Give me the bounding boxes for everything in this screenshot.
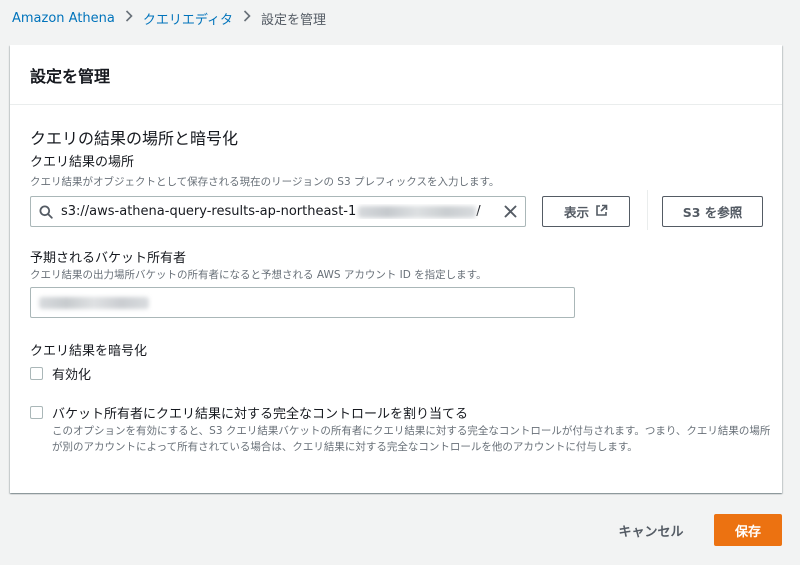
- query-location-value: s3://aws-athena-query-results-ap-northea…: [61, 204, 481, 219]
- encryption-checkbox-label: 有効化: [52, 368, 92, 383]
- redacted-text: [358, 205, 477, 218]
- query-location-input[interactable]: s3://aws-athena-query-results-ap-northea…: [30, 196, 526, 227]
- full-control-checkbox-row[interactable]: バケット所有者にクエリ結果に対する完全なコントロールを割り当てる: [30, 403, 468, 422]
- section-title: クエリの結果の場所と暗号化: [30, 129, 239, 148]
- encryption-checkbox[interactable]: [30, 367, 43, 380]
- panel-header: 設定を管理: [10, 45, 782, 105]
- browse-s3-button-label: S3 を参照: [682, 205, 743, 220]
- chevron-right-icon: [243, 10, 251, 26]
- settings-panel: 設定を管理 クエリの結果の場所と暗号化 クエリ結果の場所 クエリ結果がオブジェク…: [10, 45, 782, 493]
- save-button[interactable]: 保存: [714, 514, 782, 546]
- full-control-description: このオプションを有効にすると、S3 クエリ結果バケットの所有者にクエリ結果に対す…: [52, 425, 771, 453]
- cancel-button[interactable]: キャンセル: [606, 514, 696, 546]
- close-icon[interactable]: [495, 205, 525, 218]
- view-button[interactable]: 表示: [542, 196, 630, 227]
- full-control-checkbox-label: バケット所有者にクエリ結果に対する完全なコントロールを割り当てる: [52, 407, 469, 422]
- panel-title: 設定を管理: [30, 66, 111, 86]
- bucket-owner-input[interactable]: [30, 287, 575, 318]
- redacted-text: [39, 296, 149, 309]
- encryption-label: クエリ結果を暗号化: [30, 344, 148, 359]
- bucket-owner-label: 予期されるバケット所有者: [30, 251, 187, 266]
- query-location-label: クエリ結果の場所: [30, 155, 135, 170]
- browse-s3-button[interactable]: S3 を参照: [662, 196, 763, 227]
- bucket-owner-description: クエリ結果の出力場所バケットの所有者になると予想される AWS アカウント ID…: [30, 269, 487, 281]
- full-control-checkbox[interactable]: [30, 406, 43, 419]
- button-divider: [647, 190, 648, 230]
- query-location-description: クエリ結果がオブジェクトとして保存される現在のリージョンの S3 プレフィックス…: [30, 176, 500, 188]
- external-link-icon: [595, 204, 608, 220]
- search-icon: [31, 205, 61, 219]
- view-button-label: 表示: [563, 205, 589, 220]
- chevron-right-icon: [125, 10, 133, 26]
- breadcrumb-link-query-editor[interactable]: クエリエディタ: [143, 9, 233, 28]
- breadcrumb: Amazon Athena クエリエディタ 設定を管理: [12, 8, 326, 28]
- breadcrumb-link-athena[interactable]: Amazon Athena: [12, 11, 115, 26]
- breadcrumb-current: 設定を管理: [260, 12, 326, 28]
- encryption-checkbox-row[interactable]: 有効化: [30, 364, 91, 383]
